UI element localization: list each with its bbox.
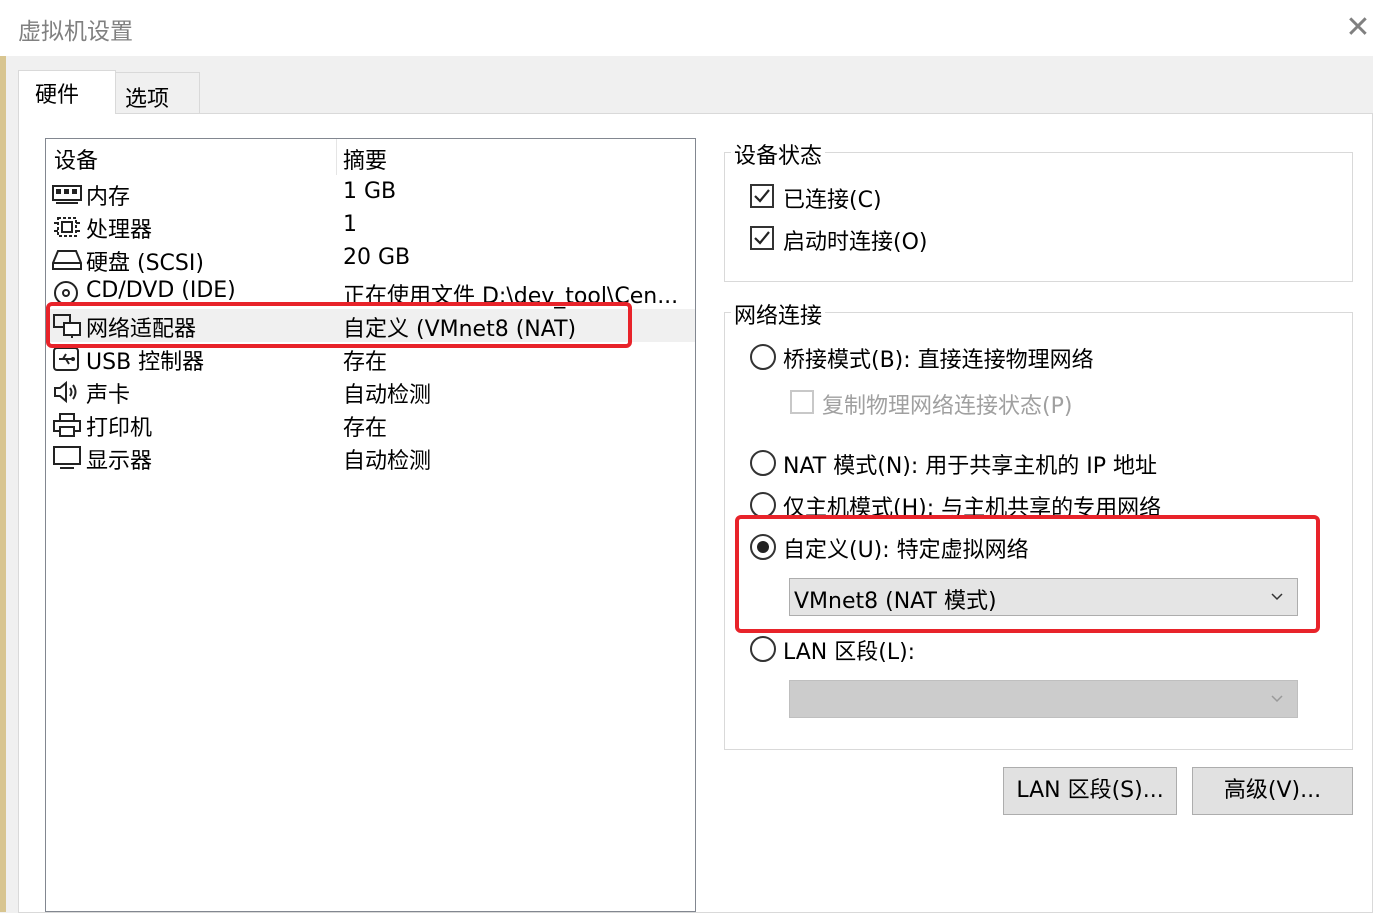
- background-strip: [0, 56, 6, 912]
- connect-at-power-on-label[interactable]: 启动时连接(O): [783, 224, 927, 256]
- device-row-memory[interactable]: 内存 1 GB: [46, 177, 695, 210]
- device-row-sound-card[interactable]: 声卡 自动检测: [46, 375, 695, 408]
- device-row-printer[interactable]: 打印机 存在: [46, 408, 695, 441]
- highlight-network-adapter: [46, 302, 632, 348]
- bridged-label[interactable]: 桥接模式(B): 直接连接物理网络: [783, 342, 1094, 374]
- memory-icon: [52, 185, 82, 204]
- column-header-summary[interactable]: 摘要: [343, 143, 387, 175]
- close-icon[interactable]: ✕: [1338, 8, 1373, 48]
- network-connection-title: 网络连接: [731, 298, 826, 330]
- tab-hardware[interactable]: 硬件: [18, 70, 116, 114]
- device-summary: 存在: [343, 416, 388, 441]
- device-row-processor[interactable]: 处理器 1: [46, 210, 695, 243]
- advanced-button[interactable]: 高级(V)...: [1192, 767, 1353, 815]
- hard-disk-icon: [52, 250, 82, 270]
- device-name: 打印机: [86, 416, 153, 441]
- bridged-radio[interactable]: [750, 344, 776, 370]
- checkmark-icon: [754, 189, 770, 203]
- device-status-group: [724, 152, 1353, 282]
- connect-at-power-on-checkbox[interactable]: [750, 226, 774, 250]
- usb-icon: [53, 347, 79, 371]
- replicate-state-label[interactable]: 复制物理网络连接状态(P): [822, 388, 1072, 420]
- lan-segment-select[interactable]: [789, 680, 1298, 718]
- device-row-display[interactable]: 显示器 自动检测: [46, 441, 695, 474]
- window-title: 虚拟机设置: [18, 19, 133, 45]
- device-summary: 1: [343, 212, 357, 237]
- connected-label[interactable]: 已连接(C): [783, 182, 882, 214]
- lan-segment-label[interactable]: LAN 区段(L):: [783, 634, 915, 666]
- chevron-down-icon: [1271, 695, 1283, 703]
- device-name: USB 控制器: [86, 350, 205, 375]
- highlight-custom-network: [735, 515, 1320, 633]
- device-name: 内存: [86, 185, 131, 210]
- column-separator[interactable]: [336, 139, 337, 175]
- device-name: 显示器: [86, 449, 153, 474]
- device-name: 硬盘 (SCSI): [86, 251, 204, 276]
- nat-radio[interactable]: [750, 450, 776, 476]
- device-summary: 20 GB: [343, 245, 411, 270]
- printer-icon: [53, 413, 81, 437]
- lan-segments-button[interactable]: LAN 区段(S)...: [1003, 767, 1177, 815]
- device-summary: 1 GB: [343, 179, 397, 204]
- device-name: 处理器: [86, 218, 153, 243]
- connected-checkbox[interactable]: [750, 184, 774, 208]
- checkmark-icon: [754, 231, 770, 245]
- speaker-icon: [54, 380, 77, 404]
- nat-label[interactable]: NAT 模式(N): 用于共享主机的 IP 地址: [783, 448, 1157, 480]
- device-row-hard-disk[interactable]: 硬盘 (SCSI) 20 GB: [46, 243, 695, 276]
- device-summary: 自动检测: [343, 449, 432, 474]
- device-summary: 存在: [343, 350, 388, 375]
- title-bar: 虚拟机设置 ✕: [0, 0, 1373, 56]
- cpu-icon: [54, 217, 80, 237]
- tab-options[interactable]: 选项: [115, 72, 200, 114]
- device-name: 声卡: [86, 383, 131, 408]
- device-summary: 自动检测: [343, 383, 432, 408]
- device-name: CD/DVD (IDE): [86, 278, 236, 303]
- device-status-title: 设备状态: [731, 138, 826, 170]
- device-list[interactable]: 设备 摘要 内存 1 GB 处理器 1 硬盘 (SCSI) 20 GB CD/D…: [45, 138, 696, 912]
- column-header-device[interactable]: 设备: [54, 143, 98, 175]
- replicate-state-checkbox[interactable]: [790, 390, 814, 414]
- monitor-icon: [53, 446, 81, 469]
- lan-segment-radio[interactable]: [750, 636, 776, 662]
